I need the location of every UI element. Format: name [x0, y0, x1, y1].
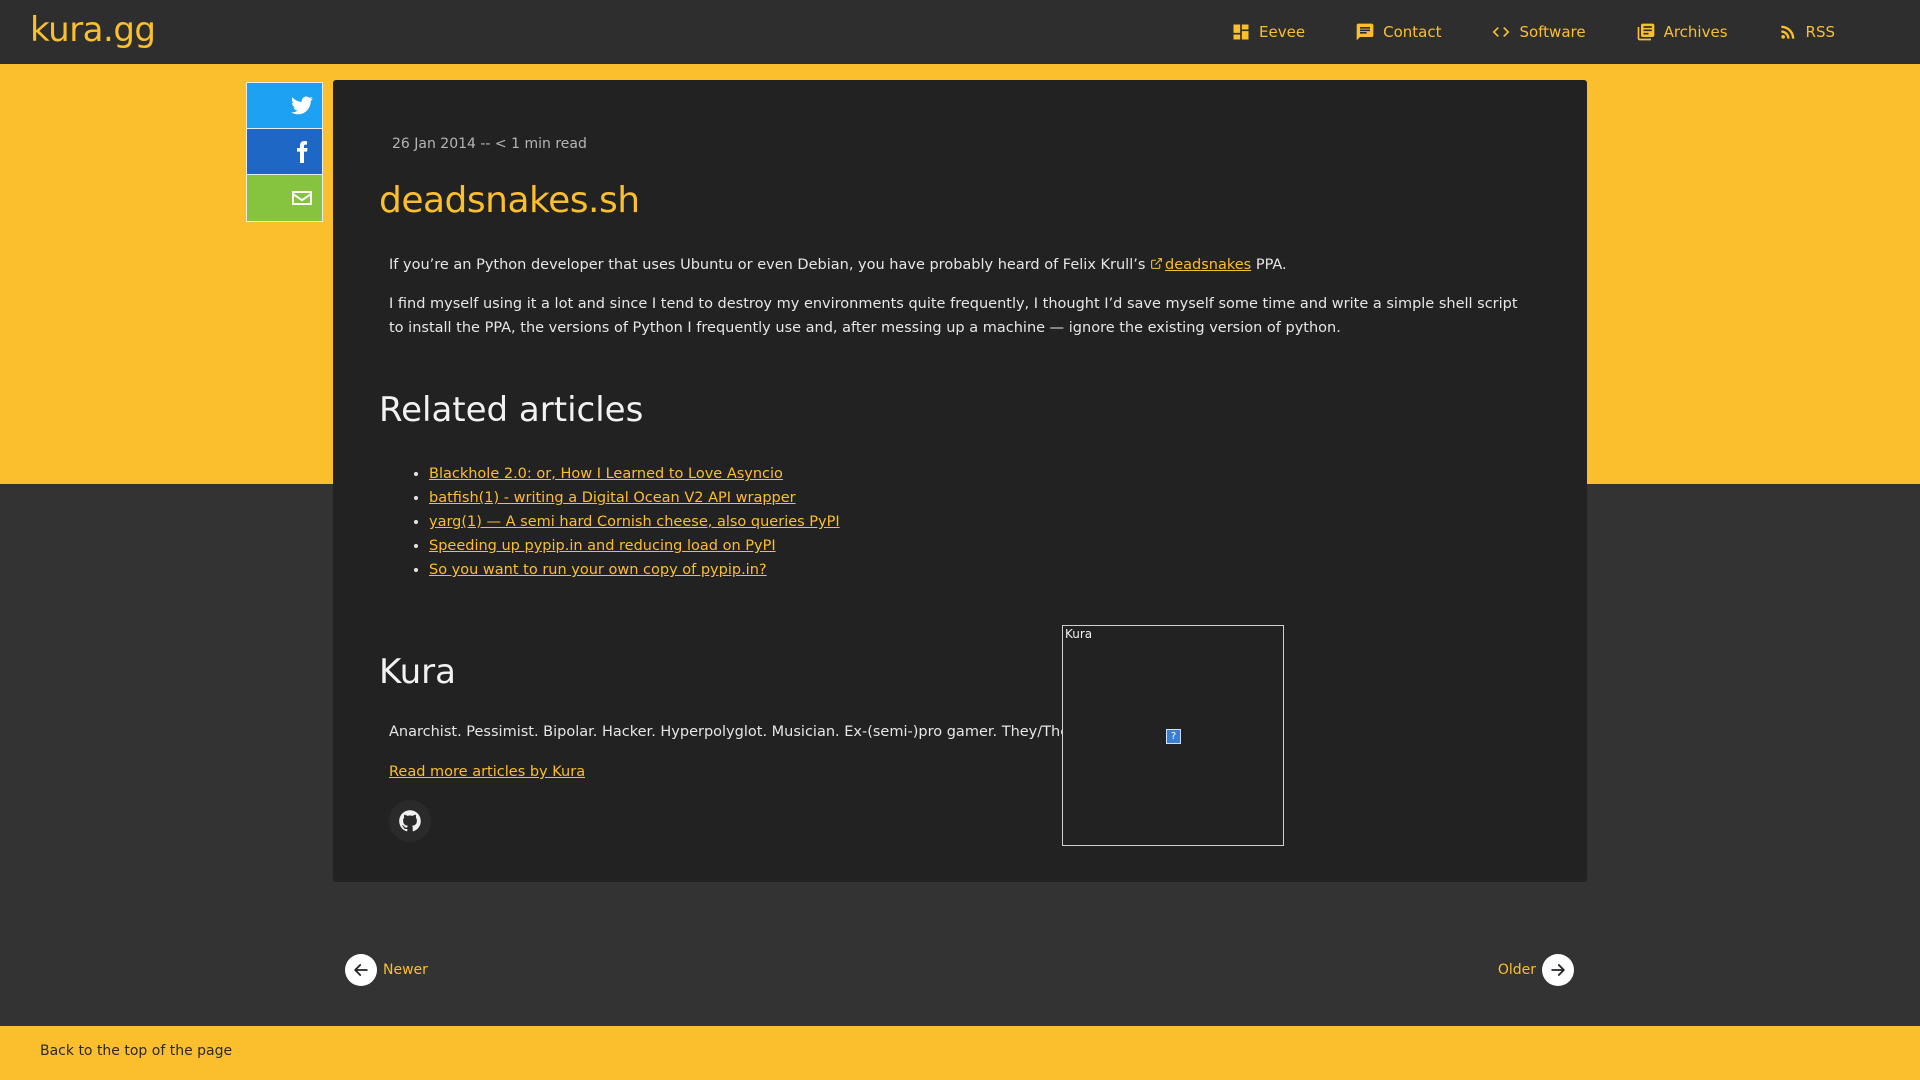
- nav-label: Software: [1519, 23, 1586, 41]
- share-facebook-button[interactable]: [247, 129, 322, 175]
- back-to-top-link[interactable]: Back to the top of the page: [40, 1043, 232, 1059]
- nav-label: Eevee: [1259, 23, 1306, 41]
- share-buttons: [246, 82, 323, 222]
- article-title: deadsnakes.sh: [379, 180, 640, 221]
- article-paragraph-1: If you’re an Python developer that uses …: [389, 253, 1529, 277]
- related-article-link[interactable]: batfish(1) - writing a Digital Ocean V2 …: [429, 490, 796, 506]
- article-meta: 26 Jan 2014 -- < 1 min read: [392, 136, 587, 152]
- related-articles-list: Blackhole 2.0: or, How I Learned to Love…: [429, 462, 840, 582]
- paragraph-text: If you’re an Python developer that uses …: [389, 257, 1151, 273]
- newer-post-link[interactable]: Newer: [345, 954, 428, 986]
- pager-label: Newer: [383, 962, 428, 978]
- related-articles-heading: Related articles: [379, 390, 644, 430]
- list-item: Blackhole 2.0: or, How I Learned to Love…: [429, 462, 840, 486]
- share-email-button[interactable]: [247, 175, 322, 221]
- mail-icon: [292, 191, 312, 205]
- nav-item-archives[interactable]: Archives: [1611, 0, 1753, 64]
- nav-label: Contact: [1383, 23, 1442, 41]
- main-nav: Eevee Contact Software Archives RSS: [1206, 0, 1860, 64]
- arrow-left-icon: [345, 954, 377, 986]
- link-text: deadsnakes: [1165, 257, 1252, 273]
- deadsnakes-link[interactable]: deadsnakes: [1150, 257, 1251, 273]
- paragraph-text: PPA.: [1251, 257, 1287, 273]
- site-logo[interactable]: kura.gg: [30, 10, 156, 50]
- list-item: batfish(1) - writing a Digital Ocean V2 …: [429, 486, 840, 510]
- external-link-icon: [1151, 258, 1162, 269]
- older-post-link[interactable]: Older: [1498, 954, 1574, 986]
- chat-icon: [1356, 23, 1374, 41]
- github-icon: [399, 810, 421, 832]
- nav-item-contact[interactable]: Contact: [1330, 0, 1466, 64]
- author-bio: Anarchist. Pessimist. Bipolar. Hacker. H…: [389, 724, 1088, 740]
- list-item: Speeding up pypip.in and reducing load o…: [429, 534, 840, 558]
- top-navbar: kura.gg Eevee Contact Software Archives …: [0, 0, 1920, 64]
- library-icon: [1637, 23, 1654, 41]
- pager-label: Older: [1497, 962, 1536, 978]
- related-article-link[interactable]: yarg(1) — A semi hard Cornish cheese, al…: [429, 514, 840, 530]
- nav-item-software[interactable]: Software: [1466, 0, 1610, 64]
- code-icon: [1493, 27, 1510, 37]
- article-card: 26 Jan 2014 -- < 1 min read deadsnakes.s…: [333, 80, 1587, 882]
- avatar-alt-text: Kura: [1065, 627, 1093, 641]
- nav-item-eevee[interactable]: Eevee: [1206, 0, 1330, 64]
- avatar: Kura ?: [1062, 625, 1284, 846]
- rss-icon: [1780, 25, 1794, 39]
- arrow-right-icon: [1542, 954, 1574, 986]
- twitter-icon: [291, 96, 313, 114]
- github-button[interactable]: [389, 800, 431, 842]
- list-item: yarg(1) — A semi hard Cornish cheese, al…: [429, 510, 840, 534]
- related-article-link[interactable]: Speeding up pypip.in and reducing load o…: [429, 538, 776, 554]
- footer: Back to the top of the page: [0, 1026, 1920, 1080]
- author-name: Kura: [379, 652, 456, 692]
- article-paragraph-2: I find myself using it a lot and since I…: [389, 296, 1518, 336]
- list-item: So you want to run your own copy of pypi…: [429, 558, 840, 582]
- nav-label: RSS: [1805, 23, 1835, 41]
- facebook-icon: [297, 140, 308, 163]
- broken-image-icon: ?: [1166, 729, 1181, 744]
- nav-item-rss[interactable]: RSS: [1753, 0, 1860, 64]
- author-more-link[interactable]: Read more articles by Kura: [389, 764, 585, 780]
- dashboard-icon: [1233, 24, 1249, 40]
- related-article-link[interactable]: So you want to run your own copy of pypi…: [429, 562, 767, 578]
- related-article-link[interactable]: Blackhole 2.0: or, How I Learned to Love…: [429, 466, 783, 482]
- share-twitter-button[interactable]: [247, 83, 322, 129]
- nav-label: Archives: [1663, 23, 1728, 41]
